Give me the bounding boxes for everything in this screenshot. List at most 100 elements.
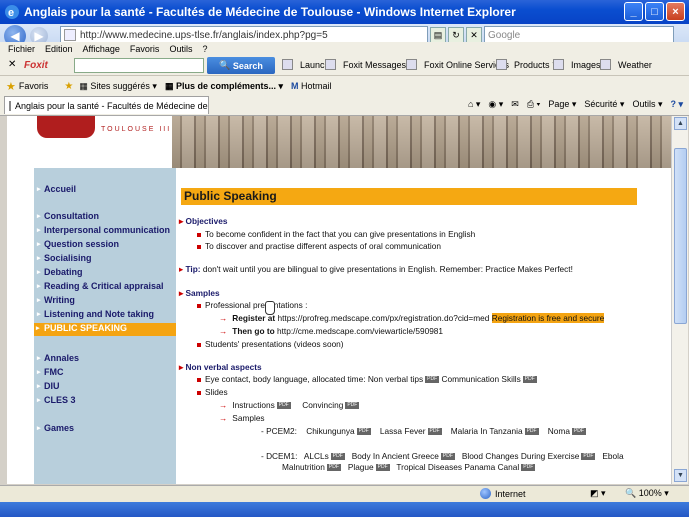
pdf-icon[interactable]: PDF [276, 402, 291, 410]
pdf-icon[interactable]: PDF [440, 453, 455, 461]
sample-chikungunya[interactable]: Chikungunya [306, 426, 354, 436]
pdf-icon[interactable]: PDF [521, 464, 536, 472]
foxit-images[interactable]: Images [553, 59, 601, 70]
mail-icon[interactable]: ✉ [511, 99, 519, 110]
nav-writing[interactable]: Writing [37, 295, 75, 305]
pdf-icon[interactable]: PDF [571, 428, 586, 436]
more-addons[interactable]: ▦ Plus de compléments... ▾ [165, 81, 283, 92]
stop-icon[interactable]: ✕ [466, 27, 482, 43]
close-toolbar-icon[interactable]: ✕ [8, 59, 16, 70]
pdf-icon[interactable]: PDF [356, 428, 371, 436]
sample-alcls[interactable]: ALCLs [304, 451, 329, 461]
nav-accueil[interactable]: Accueil [37, 184, 76, 194]
menu-edition[interactable]: Edition [45, 44, 73, 54]
scroll-thumb[interactable] [674, 148, 687, 324]
tab-current[interactable]: Anglais pour la santé - Facultés de Méde… [4, 96, 209, 114]
suggested-sites[interactable]: ▦ Sites suggérés ▾ [79, 81, 157, 92]
banner-image [172, 116, 671, 168]
compatibility-icon[interactable]: ▤ [430, 27, 446, 43]
sample-plague[interactable]: Plague [348, 462, 374, 472]
nav-question-session[interactable]: Question session [37, 239, 119, 249]
page-title: Public Speaking [181, 188, 637, 205]
zoom-level[interactable]: 🔍 100% ▾ [625, 488, 669, 499]
pdf-icon[interactable]: PDF [581, 453, 596, 461]
sample-lassa-fever[interactable]: Lassa Fever [380, 426, 426, 436]
help-icon[interactable]: ? ▾ [670, 99, 683, 110]
communication-skills-link[interactable]: Communication Skills [441, 374, 520, 384]
nav-debating[interactable]: Debating [37, 267, 82, 277]
hotmail-link[interactable]: M Hotmail [291, 81, 332, 91]
tools-menu[interactable]: Outils ▾ [632, 99, 662, 110]
refresh-icon[interactable]: ↻ [448, 27, 464, 43]
foxit-search-button[interactable]: 🔍 Search [207, 57, 275, 74]
menu-fichier[interactable]: Fichier [8, 44, 35, 54]
tab-title: Anglais pour la santé - Facultés de Méde… [15, 100, 208, 111]
close-button[interactable]: × [666, 2, 685, 21]
pdf-icon[interactable]: PDF [326, 464, 341, 472]
foxit-weather[interactable]: Weather [600, 59, 652, 70]
weather-icon [600, 59, 611, 70]
foxit-messages[interactable]: Foxit Messages ▾ [325, 59, 414, 70]
images-icon [553, 59, 564, 70]
foxit-online-services[interactable]: Foxit Online Services [406, 59, 509, 70]
sample-tropical-diseases[interactable]: Tropical Diseases Panama Canal [396, 462, 519, 472]
objective-2: To discover and practise different aspec… [197, 241, 441, 251]
convincing-link[interactable]: Convincing [302, 400, 343, 410]
pdf-icon[interactable]: PDF [375, 464, 390, 472]
register-link[interactable]: https://profreg.medscape.com/px/registra… [278, 313, 490, 323]
foxit-search-input[interactable] [74, 58, 204, 73]
foxit-products[interactable]: Products ▾ [496, 59, 557, 70]
scroll-up-icon[interactable]: ▲ [674, 117, 687, 130]
favorites-star-icon[interactable]: ★ [6, 80, 16, 93]
medscape-link[interactable]: http://cme.medscape.com/viewarticle/5909… [277, 326, 443, 336]
pdf-icon[interactable]: PDF [524, 428, 539, 436]
globe-icon [480, 488, 491, 499]
foxit-toolbar: ✕ Foxit 🔍 Search Launch Foxit Messages ▾… [0, 56, 689, 76]
sample-body-ancient-greece[interactable]: Body In Ancient Greece [352, 451, 439, 461]
nav-interpersonal-communication[interactable]: Interpersonal communication [37, 225, 170, 235]
menu-affichage[interactable]: Affichage [83, 44, 120, 54]
sample-malnutrition[interactable]: Malnutrition [282, 462, 325, 472]
sample-noma[interactable]: Noma [548, 426, 570, 436]
security-menu[interactable]: Sécurité ▾ [584, 99, 624, 110]
sample-malaria-tanzania[interactable]: Malaria In Tanzania [451, 426, 523, 436]
sample-ebola[interactable]: Ebola [602, 451, 623, 461]
page-menu[interactable]: Page ▾ [548, 99, 576, 110]
favorites-button[interactable]: Favoris [19, 81, 49, 91]
add-favorite-icon[interactable]: ★ [64, 81, 73, 92]
home-icon[interactable]: ⌂ ▾ [468, 99, 480, 110]
instructions-link[interactable]: Instructions [232, 400, 274, 410]
scroll-down-icon[interactable]: ▼ [674, 469, 687, 482]
print-icon[interactable]: ⎙ ▾ [527, 99, 540, 110]
nav-socialising[interactable]: Socialising [37, 253, 91, 263]
pdf-icon[interactable]: PDF [425, 376, 440, 384]
nav-diu[interactable]: DIU [37, 381, 59, 391]
instructions-line: → Instructions PDF Convincing PDF [219, 400, 360, 410]
pdf-icon[interactable]: PDF [522, 376, 537, 384]
nav-consultation[interactable]: Consultation [37, 211, 99, 221]
pdf-icon[interactable]: PDF [345, 402, 360, 410]
pdf-icon[interactable]: PDF [427, 428, 442, 436]
protected-mode-icon[interactable]: ◩ ▾ [590, 488, 606, 499]
foxit-launch[interactable]: Launch [282, 59, 330, 70]
nav-fmc[interactable]: FMC [37, 367, 63, 377]
feeds-icon[interactable]: ◉ ▾ [488, 99, 503, 110]
nav-listening-note-taking[interactable]: Listening and Note taking [37, 309, 154, 319]
menu-help[interactable]: ? [202, 44, 207, 54]
university-logo [37, 116, 95, 138]
nav-annales[interactable]: Annales [37, 353, 79, 363]
nav-reading-critical-appraisal[interactable]: Reading & Critical appraisal [37, 281, 164, 291]
menu-outils[interactable]: Outils [169, 44, 192, 54]
nav-cles-3[interactable]: CLES 3 [37, 395, 75, 405]
pdf-icon[interactable]: PDF [330, 453, 345, 461]
vertical-scrollbar[interactable]: ▲ ▼ [671, 116, 688, 484]
sample-blood-changes[interactable]: Blood Changes During Exercise [462, 451, 580, 461]
nonverbal-tips-link[interactable]: Eye contact, body language, allocated ti… [205, 374, 423, 384]
nav-games[interactable]: Games [37, 423, 74, 433]
menu-favoris[interactable]: Favoris [130, 44, 160, 54]
minimize-button[interactable]: _ [624, 2, 643, 21]
pcem2-line: - PCEM2: Chikungunya PDF Lassa Fever PDF M… [261, 426, 586, 436]
maximize-button[interactable]: □ [645, 2, 664, 21]
nav-public-speaking[interactable]: PUBLIC SPEAKING [34, 323, 176, 336]
site-banner: TOULOUSE III [7, 116, 671, 168]
